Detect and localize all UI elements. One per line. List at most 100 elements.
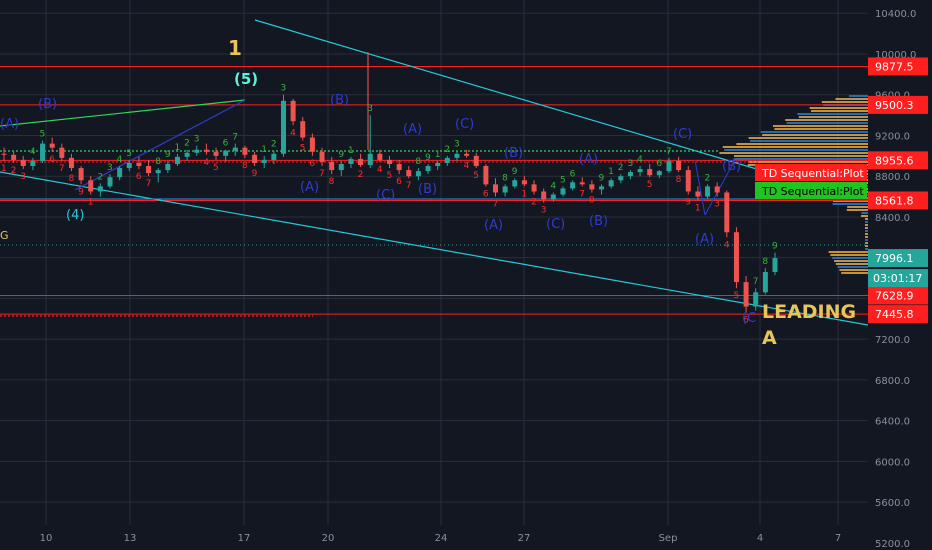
td-count-number: 2 (705, 173, 711, 183)
td-count-number: 4 (377, 165, 383, 175)
candle-body (203, 149, 209, 152)
volume-profile-bar (762, 134, 868, 136)
td-count-number: 2 (97, 172, 103, 182)
td-count-number: 1 (261, 145, 267, 155)
td-count-number: 1 (348, 146, 354, 156)
td-count-number: 1 (695, 204, 701, 214)
candle-body (541, 191, 547, 200)
td-count-number: 9 (338, 150, 344, 160)
volume-profile-bar (865, 245, 868, 247)
volume-profile-bar (865, 236, 868, 238)
volume-profile-bar (774, 128, 868, 130)
candle-body (724, 192, 730, 233)
candle-body (1, 153, 7, 155)
time-axis[interactable]: 10 13 17 20 24 27 Sep 4 7 (0, 525, 868, 550)
td-count-number: 5 (387, 171, 393, 181)
candle-body (666, 160, 672, 172)
td-count-number: 7 (406, 181, 412, 191)
td-count-number: 6 (136, 172, 142, 182)
trading-chart[interactable]: 1 234567891234567891 2 3456789123456789 1234… (0, 0, 932, 550)
candle-body (300, 121, 306, 138)
candle-body (435, 162, 441, 167)
candle-body (117, 168, 123, 178)
candle-body (242, 147, 248, 155)
wave-label: (B) (504, 146, 523, 161)
td-count-number: 2 (271, 140, 277, 150)
price-axis[interactable]: 5200.05600.06000.06400.06800.07200.07600… (868, 0, 932, 550)
candle-body (560, 188, 566, 195)
candle-body (49, 143, 55, 148)
time-tick-label: Sep (659, 533, 678, 544)
candle-body (78, 168, 84, 181)
td-count-number: 8 (676, 175, 682, 185)
td-count-number: 5 (647, 180, 653, 190)
volume-profile-bar (865, 221, 868, 223)
td-count-number: 5 (560, 175, 566, 185)
volume-profile-bar (724, 149, 868, 151)
volume-profile-bar (828, 251, 868, 253)
td-count-number: 4 (117, 155, 123, 165)
candle-body (695, 191, 701, 197)
candle-body (11, 154, 17, 160)
volume-profile-bar (811, 110, 868, 112)
price-tick-label: 5200.0 (875, 539, 910, 550)
wave-label: (C) (455, 117, 474, 132)
td-count-number: 2 (184, 139, 190, 149)
wave-5-label: (5) (234, 70, 258, 88)
price-tick-label: 5600.0 (875, 498, 910, 509)
candle-body (20, 159, 26, 167)
price-tick-label: 6000.0 (875, 457, 910, 468)
wave-label: (A) (579, 152, 598, 167)
td-count-number: 2 (11, 166, 17, 176)
td-count-number: 3 (454, 140, 460, 150)
candle-body (521, 180, 527, 185)
candle-body (415, 171, 421, 177)
td-count-number: 4 (30, 147, 36, 157)
volume-profile-bar (748, 161, 868, 163)
td-plot-text-green: TD Sequential:Plot (761, 185, 864, 198)
price-tick-label: 6400.0 (875, 417, 910, 428)
candle-body (232, 147, 238, 151)
candle-body (676, 160, 682, 171)
volume-profile-bar (861, 212, 868, 214)
volume-profile-bar (865, 242, 868, 244)
volume-profile-bar (719, 152, 868, 154)
td-count-number: 2 (358, 170, 364, 180)
volume-profile-bar (809, 107, 868, 109)
candle-body (290, 100, 296, 122)
candle-body (271, 153, 277, 160)
candle-body (772, 258, 778, 272)
td-count-number: 6 (309, 159, 315, 169)
time-tick-label: 4 (757, 533, 763, 544)
level-price-text: 7445.8 (875, 308, 914, 321)
td-count-number: 4 (290, 128, 296, 138)
candle-body (146, 166, 152, 174)
volume-profile-bar (798, 116, 868, 118)
candle-body (579, 182, 585, 185)
td-count-number: 7 (579, 189, 585, 199)
candle-body (608, 180, 614, 187)
wave-label: (A) (403, 122, 422, 137)
candle-body (425, 166, 431, 172)
td-count-number: 5 (213, 163, 219, 173)
level-price-text: 8955.6 (875, 154, 914, 167)
volume-profile-bar (736, 143, 868, 145)
candle-body (406, 170, 412, 177)
wave-label: (B) (589, 214, 608, 229)
wave-label: (B) (38, 97, 57, 112)
volume-profile-bar (733, 158, 868, 160)
volume-profile-bar (846, 209, 868, 211)
volume-profile-bar (832, 203, 868, 205)
td-count-number: 9 (252, 169, 258, 179)
candle-body (454, 153, 460, 158)
td-count-number: 7 (319, 169, 325, 179)
candle-body (367, 153, 373, 165)
volume-profile-bar (821, 101, 868, 103)
left-g-label: G (0, 229, 9, 242)
candle-body (387, 159, 392, 164)
candle-body (473, 155, 479, 167)
volume-profile-bar (837, 266, 868, 268)
price-tick-label: 8800.0 (875, 172, 910, 183)
volume-profile-bar (865, 233, 868, 235)
td-plot-tag-red: TD Sequential:Plot (755, 164, 867, 181)
